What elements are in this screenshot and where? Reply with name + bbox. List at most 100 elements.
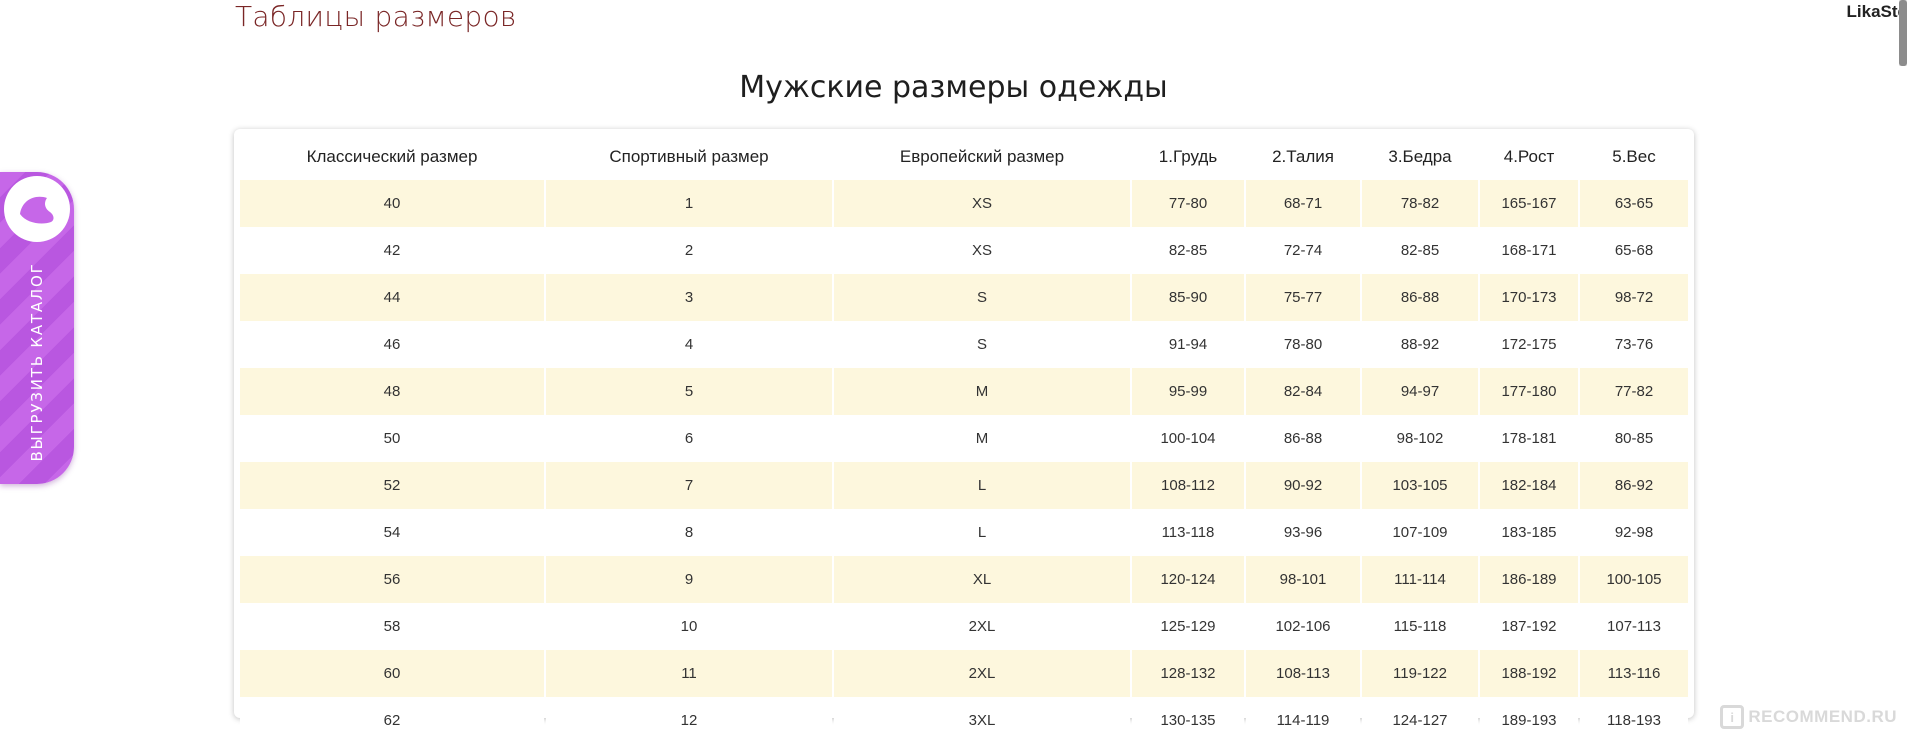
table-body: 40 1 XS 77-80 68-71 78-82 165-167 63-65 42 2 XS 82-… — [240, 180, 1688, 744]
table-cell: 124-127 — [1362, 697, 1478, 744]
table-cell: 86-88 — [1246, 415, 1360, 462]
table-cell: 178-181 — [1480, 415, 1578, 462]
table-cell: 90-92 — [1246, 462, 1360, 509]
table-cell: 2 — [546, 227, 832, 274]
table-cell: 114-119 — [1246, 697, 1360, 744]
table-cell: 92-98 — [1580, 509, 1688, 556]
username-label: LikaSte — [1846, 2, 1907, 21]
table-cell: 62 — [240, 697, 544, 744]
table-cell: 77-82 — [1580, 368, 1688, 415]
table-cell: 182-184 — [1480, 462, 1578, 509]
table-cell: 170-173 — [1480, 274, 1578, 321]
page-title: Таблицы размеров — [235, 0, 517, 33]
table-cell: 98-102 — [1362, 415, 1478, 462]
table-cell: 186-189 — [1480, 556, 1578, 603]
table-cell: 8 — [546, 509, 832, 556]
table-cell: 50 — [240, 415, 544, 462]
table-cell: 94-97 — [1362, 368, 1478, 415]
table-cell: 108-112 — [1132, 462, 1244, 509]
table-cell: 98-72 — [1580, 274, 1688, 321]
table-cell: 187-192 — [1480, 603, 1578, 650]
column-header: Классический размер — [306, 146, 478, 166]
table-cell: 4 — [546, 321, 832, 368]
table-cell: 44 — [240, 274, 544, 321]
table-cell: 48 — [240, 368, 544, 415]
table-cell: 52 — [240, 462, 544, 509]
table-cell: 177-180 — [1480, 368, 1578, 415]
table-cell: 42 — [240, 227, 544, 274]
table-row: 46 4 S 91-94 78-80 88-92 172-175 73-76 — [240, 321, 1688, 368]
table-cell: 85-90 — [1132, 274, 1244, 321]
table-cell: 75-77 — [1246, 274, 1360, 321]
table-cell: 102-106 — [1246, 603, 1360, 650]
table-cell: 86-92 — [1580, 462, 1688, 509]
table-row: 42 2 XS 82-85 72-74 82-85 168-171 65-68 — [240, 227, 1688, 274]
export-catalog-label: ВЫГРУЗИТЬ КАТАЛОГ — [28, 262, 46, 462]
table-cell: 95-99 — [1132, 368, 1244, 415]
column-header: 4.Рост — [1503, 146, 1555, 166]
table-cell: 98-101 — [1246, 556, 1360, 603]
table-cell: S — [834, 274, 1130, 321]
table-cell: 7 — [546, 462, 832, 509]
table-row: 50 6 M 100-104 86-88 98-102 178-181 80-85 — [240, 415, 1688, 462]
scrollbar-thumb[interactable] — [1899, 0, 1907, 66]
table-cell: 40 — [240, 180, 544, 227]
table-cell: 3 — [546, 274, 832, 321]
table-cell: 118-193 — [1580, 697, 1688, 744]
table-cell: 125-129 — [1132, 603, 1244, 650]
table-cell: 189-193 — [1480, 697, 1578, 744]
recommend-watermark-text: RECOMMEND.RU — [1748, 707, 1897, 726]
table-cell: XS — [834, 227, 1130, 274]
table-cell: 172-175 — [1480, 321, 1578, 368]
table-row: 44 3 S 85-90 75-77 86-88 170-173 98-72 — [240, 274, 1688, 321]
table-row: 60 11 2XL 128-132 108-113 119-122 188-192 113-1… — [240, 650, 1688, 697]
table-cell: 86-88 — [1362, 274, 1478, 321]
table-cell: L — [834, 462, 1130, 509]
table-cell: XS — [834, 180, 1130, 227]
table-cell: 103-105 — [1362, 462, 1478, 509]
table-cell: 73-76 — [1580, 321, 1688, 368]
table-row: 40 1 XS 77-80 68-71 78-82 165-167 63-65 — [240, 180, 1688, 227]
table-cell: 3XL — [834, 697, 1130, 744]
table-cell: 10 — [546, 603, 832, 650]
table-cell: 113-118 — [1132, 509, 1244, 556]
recommend-watermark: i RECOMMEND.RU — [1720, 705, 1897, 729]
table-cell: 5 — [546, 368, 832, 415]
table-row: 48 5 M 95-99 82-84 94-97 177-180 77-82 — [240, 368, 1688, 415]
table-row: 54 8 L 113-118 93-96 107-109 183-185 92-98 — [240, 509, 1688, 556]
table-cell: 100-105 — [1580, 556, 1688, 603]
table-cell: 54 — [240, 509, 544, 556]
table-cell: M — [834, 368, 1130, 415]
table-cell: 77-80 — [1132, 180, 1244, 227]
table-cell: L — [834, 509, 1130, 556]
table-cell: 56 — [240, 556, 544, 603]
table-cell: 82-85 — [1362, 227, 1478, 274]
table-cell: 120-124 — [1132, 556, 1244, 603]
leaf-logo-icon — [4, 176, 70, 242]
table-cell: 119-122 — [1362, 650, 1478, 697]
table-cell: 2XL — [834, 650, 1130, 697]
table-cell: 58 — [240, 603, 544, 650]
table-cell: S — [834, 321, 1130, 368]
recommend-badge-icon: i — [1720, 705, 1745, 729]
table-cell: M — [834, 415, 1130, 462]
table-cell: 168-171 — [1480, 227, 1578, 274]
export-catalog-button[interactable]: ВЫГРУЗИТЬ КАТАЛОГ — [0, 172, 74, 484]
table-cell: 12 — [546, 697, 832, 744]
table-cell: 80-85 — [1580, 415, 1688, 462]
table-cell: 1 — [546, 180, 832, 227]
table-cell: 108-113 — [1246, 650, 1360, 697]
table-cell: 100-104 — [1132, 415, 1244, 462]
table-cell: 78-82 — [1362, 180, 1478, 227]
table-cell: 6 — [546, 415, 832, 462]
table-cell: 11 — [546, 650, 832, 697]
table-row: 58 10 2XL 125-129 102-106 115-118 187-192 107-1… — [240, 603, 1688, 650]
table-cell: 188-192 — [1480, 650, 1578, 697]
section-title: Мужские размеры одежды — [739, 70, 1168, 105]
column-header: 3.Бедра — [1388, 146, 1452, 166]
column-header: 2.Талия — [1272, 146, 1334, 166]
size-table-card: Классический размер Спортивный размер Евро… — [234, 129, 1694, 744]
column-header: Европейский размер — [899, 146, 1065, 166]
table-cell: 93-96 — [1246, 509, 1360, 556]
table-cell: 165-167 — [1480, 180, 1578, 227]
